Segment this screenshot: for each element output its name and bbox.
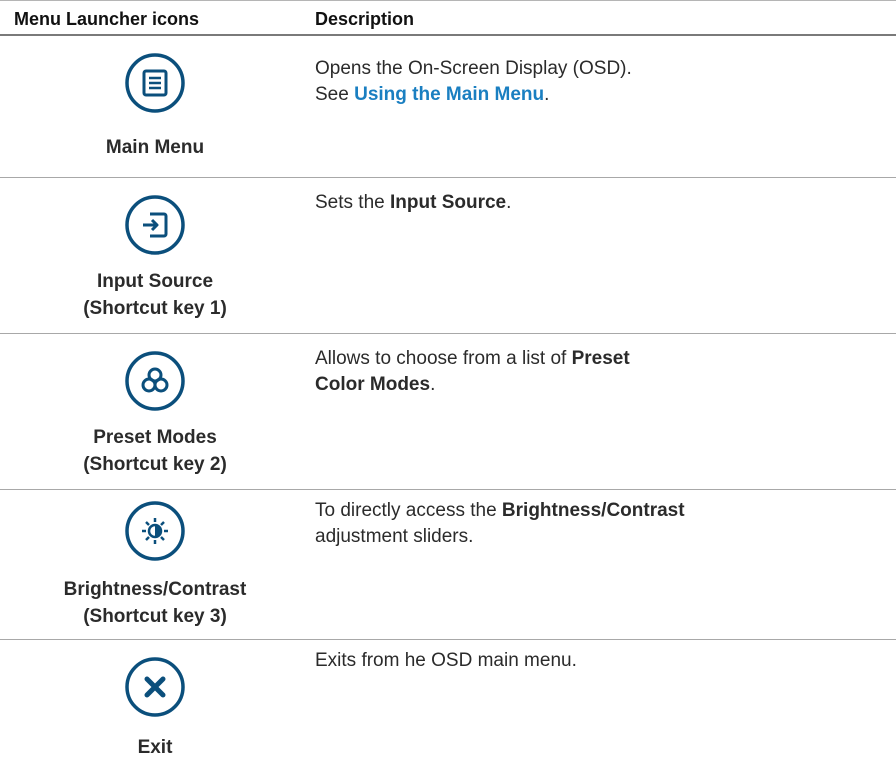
preset-modes-icon (124, 350, 186, 412)
table-row-preset-modes: Preset Modes (Shortcut key 2) Allows to … (0, 334, 896, 490)
link-using-main-menu[interactable]: Using the Main Menu (354, 84, 544, 105)
table-header: Menu Launcher icons Description (0, 0, 896, 36)
table-row-exit: Exit Exits from he OSD main menu. (0, 640, 896, 779)
header-menu-launcher-icons: Menu Launcher icons (14, 9, 200, 29)
desc-main-menu: Opens the On-Screen Display (OSD). See U… (315, 58, 632, 105)
table-row-brightness-contrast: Brightness/Contrast (Shortcut key 3) To … (0, 490, 896, 640)
main-menu-icon (124, 52, 186, 114)
input-source-icon (124, 194, 186, 256)
desc-preset-modes: Allows to choose from a list of Preset C… (315, 348, 630, 395)
table-row-main-menu: Main Menu Opens the On-Screen Display (O… (0, 36, 896, 178)
label-preset-modes: Preset Modes (Shortcut key 2) (83, 427, 227, 475)
desc-input-source: Sets the Input Source. (315, 192, 512, 213)
desc-exit: Exits from he OSD main menu. (315, 650, 577, 671)
label-input-source: Input Source (Shortcut key 1) (83, 271, 227, 319)
label-brightness-contrast: Brightness/Contrast (Shortcut key 3) (63, 579, 247, 627)
label-exit: Exit (137, 737, 173, 758)
label-main-menu: Main Menu (105, 137, 205, 158)
desc-brightness-contrast: To directly access the Brightness/Contra… (315, 500, 685, 547)
exit-icon (124, 656, 186, 718)
brightness-contrast-icon (124, 500, 186, 562)
header-description: Description (315, 9, 415, 29)
table-row-input-source: Input Source (Shortcut key 1) Sets the I… (0, 178, 896, 334)
